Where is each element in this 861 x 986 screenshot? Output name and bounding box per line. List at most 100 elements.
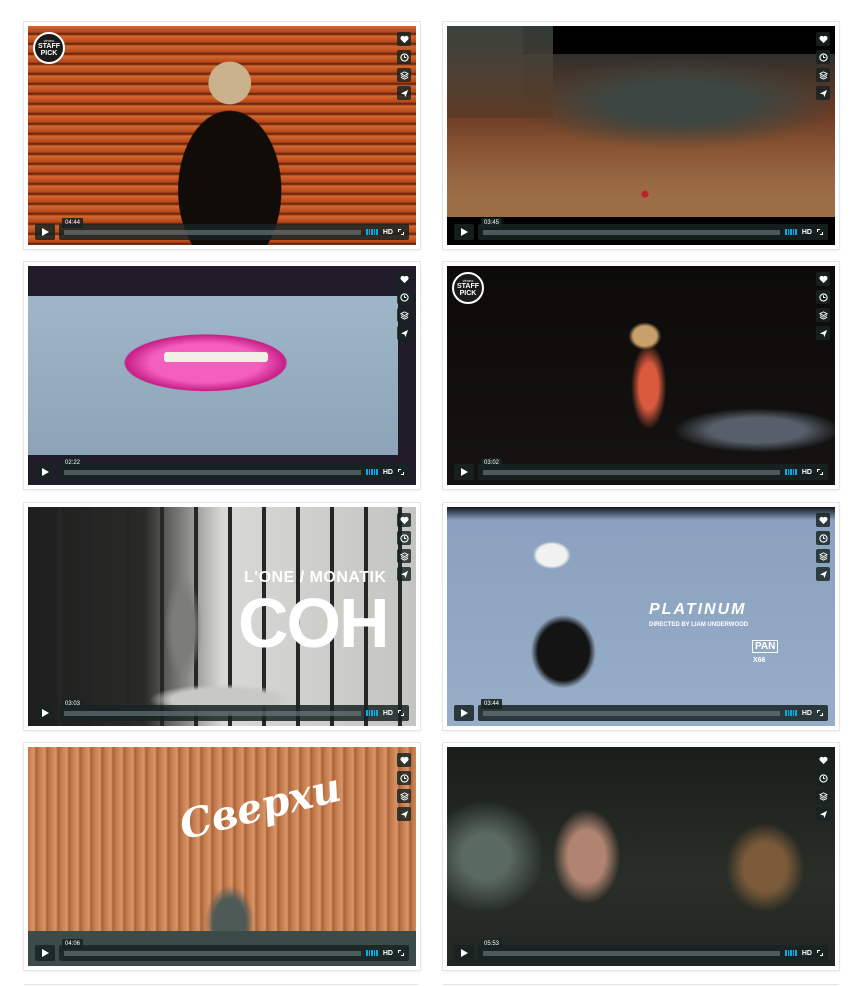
play-button[interactable] xyxy=(454,945,474,961)
progress-track[interactable]: 04:44 xyxy=(62,217,362,235)
play-button[interactable] xyxy=(454,705,474,721)
heart-icon[interactable] xyxy=(397,513,411,527)
paper-plane-icon[interactable] xyxy=(397,326,411,340)
hd-button[interactable]: HD xyxy=(802,229,812,236)
volume-icon[interactable] xyxy=(366,229,378,235)
player-controls: 03:44 HD xyxy=(454,698,828,721)
progress-track[interactable]: 03:44 xyxy=(481,698,781,716)
duration-label: 03:02 xyxy=(481,457,503,468)
heart-icon[interactable] xyxy=(397,32,411,46)
heart-icon[interactable] xyxy=(816,513,830,527)
video-sidebar xyxy=(816,513,830,581)
staff-pick-line1: STAFF xyxy=(456,283,480,290)
video-frame xyxy=(28,747,416,966)
layers-icon[interactable] xyxy=(816,68,830,82)
video-label-pan: PAN xyxy=(752,640,779,653)
hd-button[interactable]: HD xyxy=(383,710,393,717)
clock-icon[interactable] xyxy=(397,50,411,64)
progress-track[interactable]: 05:53 xyxy=(481,938,781,956)
fullscreen-icon[interactable] xyxy=(398,229,404,235)
hd-button[interactable]: HD xyxy=(802,469,812,476)
video-player[interactable]: vimeo STAFF PICK 04:44 HD xyxy=(28,26,416,245)
video-title-overlay: COH xyxy=(238,584,390,662)
layers-icon[interactable] xyxy=(816,789,830,803)
layers-icon[interactable] xyxy=(816,308,830,322)
progress-track[interactable]: 03:03 xyxy=(62,698,362,716)
video-player[interactable]: 03:45 HD xyxy=(447,26,835,245)
volume-icon[interactable] xyxy=(366,710,378,716)
video-frame xyxy=(447,747,835,966)
staff-pick-badge: vimeo STAFF PICK xyxy=(452,272,484,304)
video-sidebar xyxy=(397,32,411,100)
heart-icon[interactable] xyxy=(816,32,830,46)
progress-track[interactable]: 03:45 xyxy=(481,217,781,235)
fullscreen-icon[interactable] xyxy=(817,950,823,956)
video-frame xyxy=(447,507,835,726)
play-icon xyxy=(41,709,49,717)
player-controls: 03:02 HD xyxy=(454,457,828,480)
video-player[interactable]: L'ONE / MONATIK COH 03:03 HD xyxy=(28,507,416,726)
play-icon xyxy=(460,709,468,717)
fullscreen-icon[interactable] xyxy=(398,950,404,956)
clock-icon[interactable] xyxy=(397,771,411,785)
video-player[interactable]: 05:53 HD xyxy=(447,747,835,966)
video-label-x66: X66 xyxy=(753,657,766,664)
video-player[interactable]: vimeo STAFF PICK 03:02 HD xyxy=(447,266,835,485)
clock-icon[interactable] xyxy=(397,290,411,304)
hd-button[interactable]: HD xyxy=(383,229,393,236)
heart-icon[interactable] xyxy=(397,753,411,767)
volume-icon[interactable] xyxy=(785,710,797,716)
fullscreen-icon[interactable] xyxy=(817,229,823,235)
fullscreen-icon[interactable] xyxy=(817,469,823,475)
fullscreen-icon[interactable] xyxy=(817,710,823,716)
play-button[interactable] xyxy=(35,464,55,480)
hd-button[interactable]: HD xyxy=(802,950,812,957)
staff-pick-line2: PICK xyxy=(459,290,477,297)
paper-plane-icon[interactable] xyxy=(397,567,411,581)
layers-icon[interactable] xyxy=(397,549,411,563)
hd-button[interactable]: HD xyxy=(802,710,812,717)
play-button[interactable] xyxy=(454,224,474,240)
volume-icon[interactable] xyxy=(785,469,797,475)
play-button[interactable] xyxy=(35,705,55,721)
volume-icon[interactable] xyxy=(785,950,797,956)
play-button[interactable] xyxy=(35,945,55,961)
video-player[interactable]: 02:22 HD xyxy=(28,266,416,485)
player-controls: 03:03 HD xyxy=(35,698,409,721)
heart-icon[interactable] xyxy=(816,272,830,286)
progress-track[interactable]: 03:02 xyxy=(481,457,781,475)
video-card-3: 02:22 HD xyxy=(24,262,420,489)
volume-icon[interactable] xyxy=(785,229,797,235)
hd-button[interactable]: HD xyxy=(383,469,393,476)
layers-icon[interactable] xyxy=(397,68,411,82)
progress-track[interactable]: 04:06 xyxy=(62,938,362,956)
clock-icon[interactable] xyxy=(816,290,830,304)
clock-icon[interactable] xyxy=(816,771,830,785)
paper-plane-icon[interactable] xyxy=(816,326,830,340)
video-player[interactable]: Сверхи 04:06 HD xyxy=(28,747,416,966)
play-button[interactable] xyxy=(454,464,474,480)
video-card-2: 03:45 HD xyxy=(443,22,839,249)
clock-icon[interactable] xyxy=(816,531,830,545)
paper-plane-icon[interactable] xyxy=(397,807,411,821)
volume-icon[interactable] xyxy=(366,950,378,956)
fullscreen-icon[interactable] xyxy=(398,710,404,716)
layers-icon[interactable] xyxy=(397,789,411,803)
volume-icon[interactable] xyxy=(366,469,378,475)
heart-icon[interactable] xyxy=(816,753,830,767)
player-controls: 04:44 HD xyxy=(35,217,409,240)
heart-icon[interactable] xyxy=(397,272,411,286)
paper-plane-icon[interactable] xyxy=(816,807,830,821)
clock-icon[interactable] xyxy=(397,531,411,545)
layers-icon[interactable] xyxy=(397,308,411,322)
layers-icon[interactable] xyxy=(816,549,830,563)
fullscreen-icon[interactable] xyxy=(398,469,404,475)
clock-icon[interactable] xyxy=(816,50,830,64)
hd-button[interactable]: HD xyxy=(383,950,393,957)
paper-plane-icon[interactable] xyxy=(816,567,830,581)
video-player[interactable]: PLATINUM DIRECTED BY LIAM UNDERWOOD PAN … xyxy=(447,507,835,726)
progress-track[interactable]: 02:22 xyxy=(62,457,362,475)
play-button[interactable] xyxy=(35,224,55,240)
paper-plane-icon[interactable] xyxy=(816,86,830,100)
paper-plane-icon[interactable] xyxy=(397,86,411,100)
